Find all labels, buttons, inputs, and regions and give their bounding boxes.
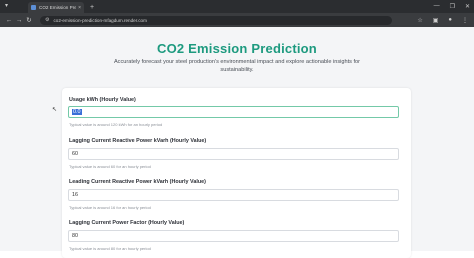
usage-kwh-hint: Typical value is around 120 kWh for an h… (69, 122, 163, 127)
site-info-icon[interactable]: ⚙ (45, 17, 49, 23)
usage-kwh-label: Usage kWh (Hourly Value) (69, 97, 136, 103)
page-subtitle: Accurately forecast your steel productio… (113, 59, 361, 73)
page-title: CO2 Emission Prediction (157, 41, 317, 56)
browser-toolbar: ← → ↻ ⚙ co2-emission-prediction-mfagdum.… (0, 13, 474, 27)
new-tab-button[interactable]: + (90, 4, 94, 11)
lagging-reactive-power-value: 60 (72, 151, 78, 157)
mouse-cursor-icon: ↖ (52, 107, 58, 113)
address-bar[interactable]: ⚙ co2-emission-prediction-mfagdum.render… (40, 15, 392, 25)
extensions-icon[interactable]: ▣ (433, 17, 439, 24)
back-icon[interactable]: ← (4, 17, 14, 24)
profile-icon[interactable]: ● (448, 17, 452, 23)
page-body: CO2 Emission Prediction Accurately forec… (0, 27, 474, 258)
lagging-reactive-power-input[interactable]: 60 (68, 148, 399, 160)
lagging-power-factor-input[interactable]: 80 (68, 230, 399, 242)
reload-icon[interactable]: ↻ (24, 16, 34, 24)
leading-reactive-power-hint: Typical value is around 16 for an hourly… (69, 205, 151, 210)
lagging-power-factor-value: 80 (72, 233, 78, 239)
leading-reactive-power-input[interactable]: 16 (68, 189, 399, 201)
maximize-icon[interactable]: ❐ (450, 3, 455, 10)
url-text[interactable]: co2-emission-prediction-mfagdum.render.c… (53, 18, 146, 23)
browser-tab-bar: ▾ CO2 Emission Prediction × + — ❐ ✕ (0, 0, 474, 13)
toolbar-actions: ☆ ▣ ● ⋮ (417, 17, 468, 24)
lagging-reactive-power-label: Lagging Current Reactive Power kVarh (Ho… (69, 138, 207, 144)
favicon-icon (31, 5, 36, 10)
usage-kwh-input[interactable]: 0.0 (68, 106, 399, 118)
prediction-form-card: Usage kWh (Hourly Value) 0.0 Typical val… (62, 88, 411, 258)
browser-tab-active[interactable]: CO2 Emission Prediction × (28, 2, 84, 13)
leading-reactive-power-label: Leading Current Reactive Power kVarh (Ho… (69, 179, 206, 185)
lagging-power-factor-hint: Typical value is around 80 for an hourly… (69, 246, 151, 251)
tab-close-icon[interactable]: × (78, 5, 81, 11)
leading-reactive-power-value: 16 (72, 192, 78, 198)
tab-search-icon[interactable]: ▾ (5, 2, 8, 9)
bookmark-star-icon[interactable]: ☆ (417, 17, 422, 24)
tab-title: CO2 Emission Prediction (39, 5, 76, 10)
menu-icon[interactable]: ⋮ (462, 17, 468, 24)
forward-icon[interactable]: → (14, 17, 24, 24)
lagging-power-factor-label: Lagging Current Power Factor (Hourly Val… (69, 220, 185, 226)
close-window-icon[interactable]: ✕ (465, 3, 470, 10)
minimize-icon[interactable]: — (434, 3, 440, 9)
lagging-reactive-power-hint: Typical value is around 60 for an hourly… (69, 164, 151, 169)
window-controls: — ❐ ✕ (434, 0, 470, 12)
usage-kwh-value: 0.0 (72, 109, 82, 115)
